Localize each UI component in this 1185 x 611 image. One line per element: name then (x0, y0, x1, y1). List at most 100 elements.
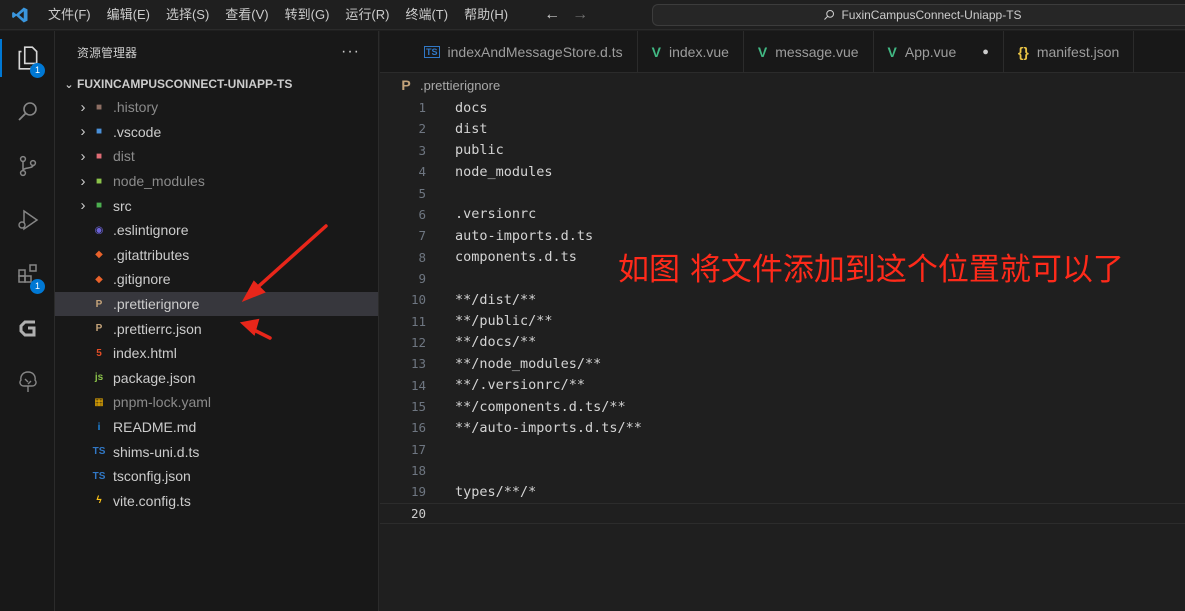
tree-file-prettierignore[interactable]: P .prettierignore (55, 291, 378, 317)
tree-file-eslintignore[interactable]: ◉ .eslintignore (55, 218, 378, 243)
file-icon: i (97, 421, 101, 433)
tree-item-label: index.html (113, 345, 177, 362)
search-icon (824, 9, 835, 20)
code-line[interactable]: 1 docs (380, 97, 1185, 118)
code-text: docs (455, 99, 488, 116)
tree-file-gitattributes[interactable]: ◆ .gitattributes (55, 243, 378, 268)
tree-file-shims-uni-d-ts[interactable]: TS shims-uni.d.ts (55, 439, 378, 464)
menu-item[interactable]: 编辑(E) (99, 0, 158, 30)
code-line[interactable]: 13 **/node_modules/** (380, 353, 1185, 374)
tree-item-label: .prettierignore (113, 296, 200, 313)
tree-file-prettierrc-json[interactable]: P .prettierrc.json (55, 316, 378, 341)
menu-item[interactable]: 文件(F) (40, 0, 99, 30)
line-number: 11 (410, 313, 426, 329)
source-control-icon (19, 155, 36, 177)
file-icon: 5 (96, 347, 102, 359)
code-text: **/public/** (455, 313, 553, 330)
code-line[interactable]: 18 (380, 460, 1185, 481)
vue-file-icon: V (757, 44, 768, 60)
code-line[interactable]: 17 (380, 439, 1185, 460)
file-icon: P (95, 323, 103, 335)
command-center-text: FuxinCampusConnect-Uniapp-TS (841, 8, 1022, 22)
extensions-button[interactable]: 1 (0, 247, 55, 301)
menu-item[interactable]: 转到(G) (277, 0, 338, 30)
tree-folder-history[interactable]: › ■ .history (55, 95, 378, 120)
annotation-text: 如图 将文件添加到这个位置就可以了 (618, 252, 1124, 288)
tree-item-label: .gitattributes (113, 246, 190, 263)
menu-item[interactable]: 查看(V) (217, 0, 276, 30)
menu-bar: 文件(F) 编辑(E) 选择(S) 查看(V) 转到(G) 运行(R) 终端(T) 帮助(H) (40, 0, 516, 30)
code-line[interactable]: 10 **/dist/** (380, 289, 1185, 310)
editor-tab[interactable]: Vmessage.vue (744, 31, 874, 72)
gitlens-button[interactable] (0, 301, 55, 355)
code-text: **/components.d.ts/** (455, 398, 626, 415)
workspace-root-label: FUXINCAMPUSCONNECT-UNIAPP-TS (77, 77, 293, 91)
file-icon: P (95, 298, 103, 310)
tree-item-label: dist (113, 148, 135, 165)
line-number: 15 (410, 399, 426, 415)
file-icon: ◆ (95, 249, 103, 261)
code-line[interactable]: 4 node_modules (380, 161, 1185, 182)
code-line[interactable]: 14 **/.versionrc/** (380, 375, 1185, 396)
tree-file-pnpm-lock-yaml[interactable]: ▦ pnpm-lock.yaml (55, 390, 378, 415)
editor-tab[interactable]: Vindex.vue (638, 31, 744, 72)
editor-tab[interactable]: TS indexAndMessageStore.d.ts (380, 31, 638, 72)
code-line[interactable]: 16 **/auto-imports.d.ts/** (380, 417, 1185, 438)
line-number: 17 (410, 441, 426, 457)
line-number: 4 (418, 164, 426, 180)
line-number: 9 (418, 270, 426, 286)
tab-label: manifest.json (1036, 44, 1120, 60)
extensions-badge: 1 (30, 279, 45, 294)
file-icon: ◉ (94, 224, 104, 236)
menu-item[interactable]: 运行(R) (337, 0, 397, 30)
tree-file-package-json[interactable]: js package.json (55, 366, 378, 391)
code-text: **/dist/** (455, 291, 537, 308)
editor-tab[interactable]: V App.vue ● (874, 31, 1004, 72)
tab-label: message.vue (775, 44, 859, 60)
breadcrumb-file[interactable]: .prettierignore (420, 78, 500, 93)
menu-item[interactable]: 帮助(H) (456, 0, 516, 30)
workspace-root-folder[interactable]: ⌄ FUXINCAMPUSCONNECT-UNIAPP-TS (55, 73, 378, 95)
code-line[interactable]: 11 **/public/** (380, 311, 1185, 332)
back-arrow-icon[interactable]: ← (544, 6, 560, 24)
tree-file-vite-config-ts[interactable]: ϟ vite.config.ts (55, 489, 378, 514)
menu-item[interactable]: 终端(T) (397, 0, 456, 30)
file-icon: js (94, 372, 104, 384)
explorer-button[interactable]: 1 (0, 31, 55, 85)
tree-file-gitignore[interactable]: ◆ .gitignore (55, 267, 378, 292)
code-line[interactable]: 20 (380, 502, 1185, 524)
tree-file-index-html[interactable]: 5 index.html (55, 341, 378, 366)
editor-tab[interactable]: {} manifest.json (1004, 31, 1135, 72)
code-text: node_modules (455, 163, 553, 180)
code-line[interactable]: 19 types/**/* (380, 481, 1185, 502)
tree-item-label: vite.config.ts (113, 492, 191, 509)
tree-folder-vscode[interactable]: › ■ .vscode (55, 120, 378, 145)
code-line[interactable]: 2 dist (380, 118, 1185, 139)
forward-arrow-icon[interactable]: → (572, 6, 588, 24)
code-text: auto-imports.d.ts (455, 227, 594, 244)
menu-item[interactable]: 选择(S) (158, 0, 217, 30)
run-debug-button[interactable] (0, 193, 55, 247)
tree-folder-src[interactable]: › ■ src (55, 193, 378, 218)
code-line[interactable]: 15 **/components.d.ts/** (380, 396, 1185, 417)
code-line[interactable]: 12 **/docs/** (380, 332, 1185, 353)
code-text: types/**/* (455, 483, 537, 500)
tree-view-button[interactable] (0, 355, 55, 409)
source-control-button[interactable] (0, 139, 55, 193)
tree-folder-dist[interactable]: › ■ dist (55, 144, 378, 169)
code-line[interactable]: 6 .versionrc (380, 204, 1185, 225)
file-icon: ▦ (94, 396, 104, 408)
code-editor[interactable]: 1 docs 2 dist 3 public 4 node_modules 5 6 .version… (380, 97, 1185, 611)
search-view-button[interactable] (0, 85, 55, 139)
unsaved-dot-icon[interactable]: ● (982, 46, 989, 58)
tree-file-tsconfig-json[interactable]: TS tsconfig.json (55, 464, 378, 489)
tree-file-README-md[interactable]: i README.md (55, 415, 378, 440)
line-number: 18 (410, 463, 426, 479)
tree-folder-node-modules[interactable]: › ■ node_modules (55, 169, 378, 194)
code-line[interactable]: 5 (380, 182, 1185, 203)
line-number: 2 (418, 121, 426, 137)
tree-item-label: tsconfig.json (113, 468, 191, 485)
code-line[interactable]: 3 public (380, 140, 1185, 161)
more-actions-icon[interactable]: ··· (341, 43, 360, 61)
command-center-search[interactable]: FuxinCampusConnect-Uniapp-TS (652, 4, 1185, 26)
